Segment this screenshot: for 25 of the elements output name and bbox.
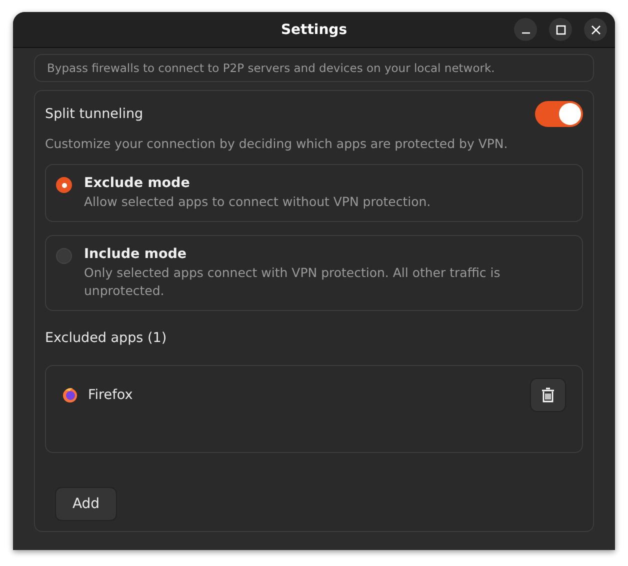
maximize-icon — [556, 24, 566, 34]
setting-label: Split tunneling — [45, 106, 144, 122]
minimize-button[interactable] — [514, 18, 537, 41]
close-button[interactable] — [584, 18, 607, 41]
trash-icon — [541, 387, 555, 403]
mode-option[interactable]: Include mode Only selected apps connect with VPN protection. All other traffic is unprotected. — [45, 235, 583, 311]
radio-button[interactable] — [56, 248, 72, 264]
mode-title: Exclude mode — [84, 175, 191, 191]
setting-description: Customize your connection by deciding which apps are protected by VPN. — [45, 135, 509, 153]
add-button[interactable]: Add — [55, 487, 117, 521]
mode-option[interactable]: Exclude mode Allow selected apps to connect without VPN protection. — [45, 164, 583, 222]
app-icon — [62, 387, 78, 403]
mode-description: Allow selected apps to connect without VPN protection. — [84, 193, 431, 211]
radio-button[interactable] — [56, 177, 72, 193]
delete-button[interactable] — [530, 378, 566, 412]
app-name: Firefox — [88, 387, 134, 403]
window-title: Settings — [280, 22, 348, 38]
close-icon — [590, 24, 600, 34]
setting-description: Bypass firewalls to connect to P2P servers and devices on your local network. — [47, 60, 496, 77]
section-heading: Excluded apps (1) — [45, 330, 168, 346]
minimize-icon — [522, 32, 530, 34]
mode-title: Include mode — [84, 246, 188, 262]
toggle-switch[interactable] — [535, 101, 583, 127]
maximize-button[interactable] — [549, 18, 572, 41]
mode-description: Only selected apps connect with VPN protection. All other traffic is unprotected. — [84, 264, 502, 300]
